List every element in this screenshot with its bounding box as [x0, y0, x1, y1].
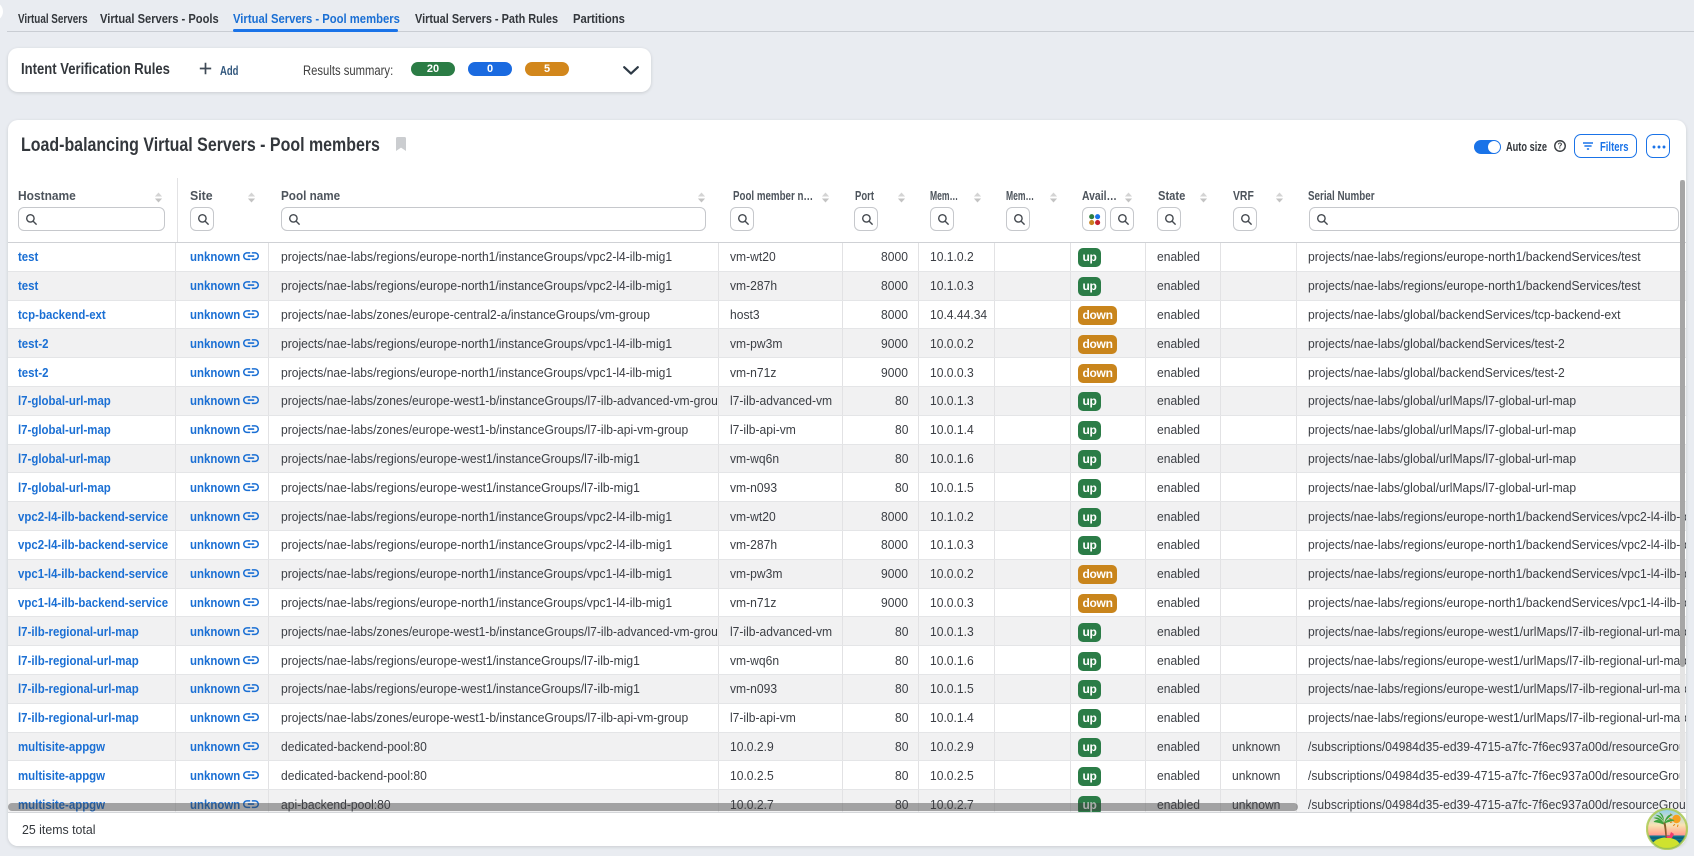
svg-text:?: ?: [1558, 142, 1563, 151]
